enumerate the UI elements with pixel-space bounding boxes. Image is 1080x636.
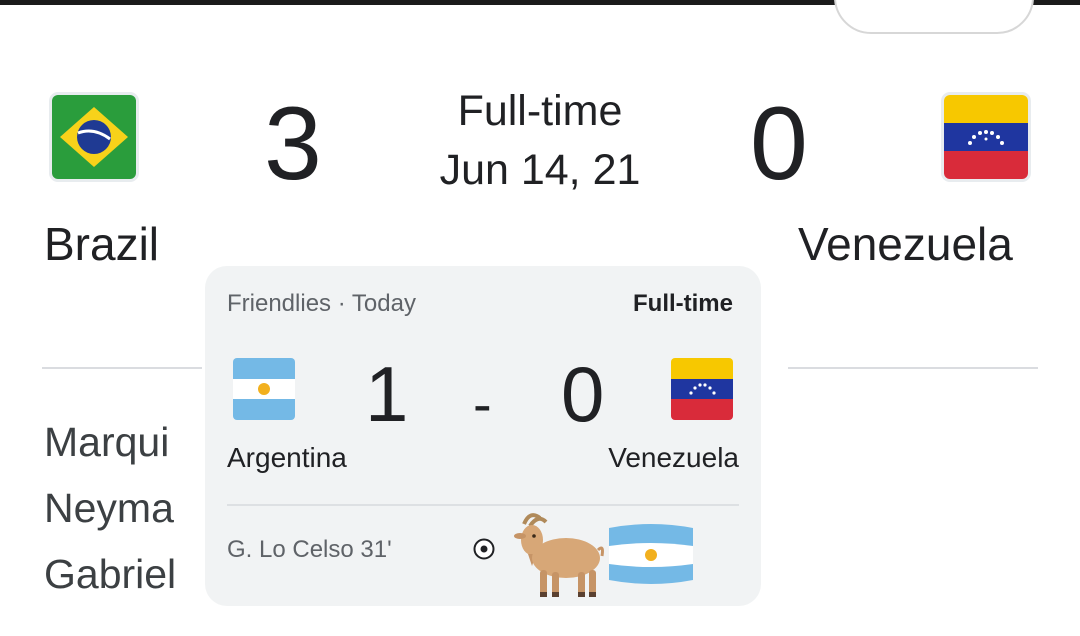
- scorer-item: Gabriel: [44, 551, 177, 597]
- card-divider: [227, 504, 739, 506]
- goat-emoji-icon: [510, 510, 605, 600]
- argentina-flag-icon: [233, 358, 295, 420]
- card-away-score: 0: [561, 350, 605, 438]
- away-score: 0: [750, 86, 808, 202]
- card-status: Full-time: [633, 290, 733, 317]
- goal-scorer: G. Lo Celso 31': [227, 536, 392, 563]
- scorer-item: Marqui: [44, 419, 170, 465]
- card-home-name: Argentina: [227, 442, 347, 473]
- divider-left: [42, 367, 202, 369]
- venezuela-flag-icon: [944, 95, 1028, 179]
- scorers-list: Marqui Neyma Gabriel: [40, 412, 180, 612]
- match-date: Jun 14, 21: [439, 146, 641, 194]
- match-card[interactable]: Friendlies · Today Full-time 1 - 0 Argen…: [205, 266, 761, 606]
- pill-button[interactable]: [834, 0, 1034, 34]
- home-score: 3: [264, 86, 322, 202]
- away-team-name: Venezuela: [798, 218, 1013, 270]
- soccer-ball-icon: [473, 538, 495, 560]
- match-status: Full-time: [457, 87, 623, 135]
- home-team-name: Brazil: [44, 218, 160, 270]
- venezuela-flag-icon: [671, 358, 733, 420]
- scorer-item: Neyma: [44, 485, 174, 531]
- card-home-score: 1: [365, 350, 409, 438]
- argentina-flag-emoji-icon: [605, 520, 697, 588]
- card-score-separator: -: [473, 372, 492, 435]
- card-away-name: Venezuela: [608, 442, 739, 473]
- competition-label: Friendlies · Today: [227, 290, 416, 317]
- brazil-flag-icon: [52, 95, 136, 179]
- divider-right: [788, 367, 1038, 369]
